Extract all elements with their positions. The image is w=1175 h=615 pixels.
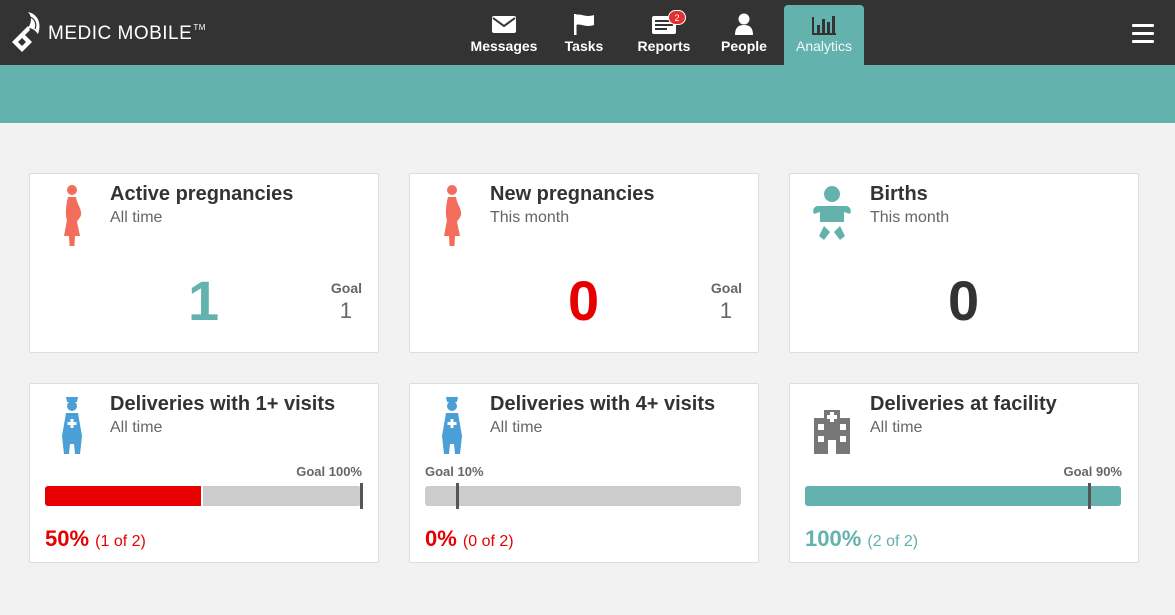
widget-subtitle: This month: [870, 209, 950, 226]
tab-label: Analytics: [795, 38, 853, 54]
widget-title: Deliveries with 4+ visits: [490, 393, 716, 415]
widget-active-pregnancies: Active pregnancies All time 1 Goal 1: [29, 173, 379, 353]
widget-births: Births This month 0: [789, 173, 1139, 353]
progress-detail: (1 of 2): [95, 533, 146, 550]
progress-detail: (0 of 2): [462, 533, 514, 550]
tab-people[interactable]: People: [710, 5, 778, 65]
widget-title: Deliveries with 1+ visits: [110, 393, 336, 415]
progress-summary: 100% (2 of 2): [805, 526, 918, 552]
goal-label: Goal 90%: [1063, 464, 1122, 479]
widget-title: Active pregnancies: [110, 183, 294, 205]
tab-label: Tasks: [564, 38, 604, 54]
medic-mobile-logo[interactable]: MEDIC MOBILETM: [8, 8, 206, 56]
person-icon: [735, 13, 753, 35]
goal-marker: [455, 483, 459, 509]
progress-fill: [45, 486, 203, 506]
pregnant-woman-icon: [64, 185, 82, 246]
progress-percent: 50%: [45, 526, 90, 551]
goal-label: Goal: [710, 280, 742, 296]
widget-subtitle: All time: [870, 419, 923, 436]
progress-bar: [425, 486, 741, 506]
widget-value: 0: [568, 269, 600, 332]
goal-value: 1: [719, 298, 732, 323]
reports-unread-badge: 2: [668, 10, 686, 25]
goal-label: Goal: [330, 280, 362, 296]
widget-value: 1: [188, 269, 220, 332]
tab-reports[interactable]: 2 Reports: [628, 5, 700, 65]
widget-deliveries-1-visits: Deliveries with 1+ visits All time Goal …: [29, 383, 379, 563]
goal-marker: [1088, 483, 1092, 509]
progress-percent: 100%: [805, 526, 862, 551]
tab-label: Reports: [637, 38, 691, 54]
widget-subtitle: This month: [490, 209, 570, 226]
widget-subtitle: All time: [490, 419, 543, 436]
envelope-icon: [492, 16, 516, 33]
hamburger-menu-button[interactable]: [1132, 24, 1154, 44]
medic-mobile-logo-icon: [12, 12, 40, 52]
widget-value: 0: [948, 269, 980, 332]
top-navigation-bar: MEDIC MOBILETM Messages Tasks 2 Reports …: [0, 0, 1175, 65]
tab-label: Messages: [470, 38, 538, 54]
progress-fill: [805, 486, 1121, 506]
widget-deliveries-at-facility: Deliveries at facility All time Goal 90%…: [789, 383, 1139, 563]
progress-summary: 0% (0 of 2): [425, 526, 514, 552]
nurse-icon: [62, 397, 82, 454]
baby-icon: [813, 186, 851, 240]
tab-tasks[interactable]: Tasks: [550, 5, 618, 65]
goal-marker: [360, 483, 363, 509]
goal-label: Goal 10%: [425, 464, 484, 479]
widget-title: Deliveries at facility: [870, 393, 1057, 415]
widget-title: Births: [870, 183, 928, 205]
widget-new-pregnancies: New pregnancies This month 0 Goal 1: [409, 173, 759, 353]
tab-analytics[interactable]: Analytics: [784, 5, 864, 65]
tab-label: People: [721, 38, 767, 54]
widget-subtitle: All time: [110, 209, 163, 226]
widget-subtitle: All time: [110, 419, 163, 436]
widget-title: New pregnancies: [490, 183, 655, 205]
tab-messages[interactable]: Messages: [464, 5, 544, 65]
flag-icon: [574, 14, 594, 35]
goal-value: 1: [339, 298, 352, 323]
brand-name: MEDIC MOBILETM: [48, 23, 206, 44]
widget-deliveries-4-visits: Deliveries with 4+ visits All time Goal …: [409, 383, 759, 563]
progress-bar: [805, 486, 1121, 506]
bar-chart-icon: [812, 16, 836, 35]
progress-percent: 0%: [425, 526, 457, 551]
goal-label: Goal 100%: [296, 464, 362, 479]
page-header-band: [0, 65, 1175, 123]
hospital-icon: [814, 410, 850, 454]
pregnant-woman-icon: [444, 185, 462, 246]
progress-bar: [45, 486, 361, 506]
progress-summary: 50% (1 of 2): [45, 526, 146, 552]
nurse-icon: [442, 397, 462, 454]
progress-detail: (2 of 2): [867, 533, 919, 550]
